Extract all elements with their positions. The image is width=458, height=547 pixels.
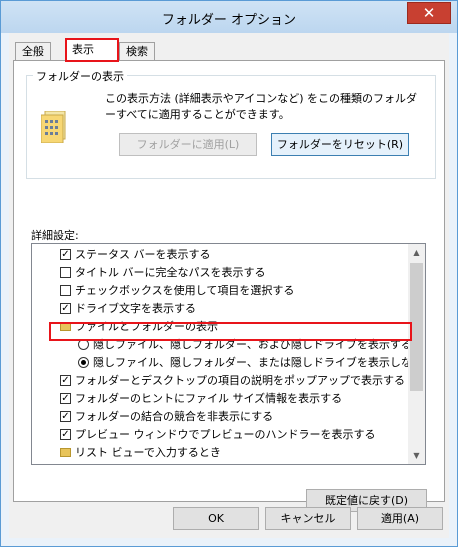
folder-view-group-title: フォルダーの表示 [33, 68, 127, 84]
apply-to-folders-button[interactable]: フォルダーに適用(L) [119, 133, 257, 156]
advanced-item-label: ステータス バーを表示する [75, 248, 211, 261]
advanced-item-label: フォルダーのヒントにファイル サイズ情報を表示する [75, 392, 343, 405]
folder-view-group: フォルダーの表示 この表示方法 (詳細表示やアイコンなど) をこの種類のフォルダ… [26, 68, 436, 179]
advanced-item-label: チェックボックスを使用して項目を選択する [75, 284, 295, 297]
advanced-settings-list[interactable]: ✓ ステータス バーを表示するタイトル バーに完全なパスを表示するチェックボックス… [31, 243, 426, 465]
ok-button[interactable]: OK [173, 507, 259, 530]
advanced-item: リスト ビューで入力するとき [60, 444, 221, 462]
checkbox-icon[interactable]: ✓ [60, 374, 71, 386]
advanced-item[interactable]: タイトル バーに完全なパスを表示する [60, 264, 266, 282]
checkbox-icon[interactable]: ✓ [60, 392, 71, 404]
folder-icon [60, 447, 71, 457]
advanced-item-label: フォルダーとデスクトップの項目の説明をポップアップで表示する [75, 374, 405, 387]
scroll-down-icon[interactable]: ▼ [408, 447, 425, 464]
dialog-client: 全般 表示 検索 フォルダーの表示 この表示方法 (詳細表示やアイコンなど) を… [9, 33, 449, 538]
advanced-item[interactable]: 隠しファイル、隠しフォルダー、または隠しドライブを表示しない [78, 354, 423, 372]
advanced-item-label: ドライブ文字を表示する [75, 302, 196, 315]
radio-icon[interactable] [78, 356, 89, 368]
checkbox-icon[interactable]: ✓ [60, 410, 71, 422]
advanced-item-label: リスト ビューで入力するとき [75, 446, 221, 459]
advanced-item[interactable]: チェックボックスを使用して項目を選択する [60, 282, 294, 300]
advanced-item[interactable]: ✓ フォルダーのヒントにファイル サイズ情報を表示する [60, 390, 342, 408]
view-tab-panel: フォルダーの表示 この表示方法 (詳細表示やアイコンなど) をこの種類のフォルダ… [13, 60, 445, 512]
apply-button[interactable]: 適用(A) [357, 507, 443, 530]
close-button[interactable]: ✕ [407, 2, 451, 24]
folder-view-description: この表示方法 (詳細表示やアイコンなど) をこの種類のフォルダーすべてに適用する… [105, 92, 418, 121]
tab-general[interactable]: 全般 [15, 42, 51, 60]
title-bar[interactable]: フォルダー オプション ✕ [1, 1, 457, 33]
advanced-item[interactable]: ✓ フォルダーとデスクトップの項目の説明をポップアップで表示する [60, 372, 405, 390]
advanced-list-scrollbar[interactable]: ▲ ▼ [408, 244, 425, 464]
advanced-settings-label: 詳細設定: [31, 229, 79, 242]
advanced-item-label: タイトル バーに完全なパスを表示する [75, 266, 266, 279]
checkbox-icon[interactable]: ✓ [60, 428, 71, 440]
folder-icon [60, 321, 71, 331]
advanced-item[interactable]: 隠しファイル、隠しフォルダー、および隠しドライブを表示する [78, 336, 412, 354]
advanced-item-label: 隠しファイル、隠しフォルダー、または隠しドライブを表示しない [93, 356, 423, 369]
scroll-thumb[interactable] [410, 263, 423, 391]
scroll-up-icon[interactable]: ▲ [408, 244, 425, 261]
cancel-button[interactable]: キャンセル [265, 507, 351, 530]
checkbox-icon[interactable] [60, 284, 71, 296]
advanced-item-label: 隠しファイル、隠しフォルダー、および隠しドライブを表示する [93, 338, 412, 351]
radio-icon[interactable] [78, 338, 89, 350]
advanced-item[interactable]: ✓ フォルダーの結合の競合を非表示にする [60, 408, 273, 426]
checkbox-icon[interactable] [60, 266, 71, 278]
advanced-item[interactable]: ✓ ステータス バーを表示する [60, 246, 211, 264]
folder-view-icon [41, 111, 66, 143]
advanced-item-label: フォルダーの結合の競合を非表示にする [75, 410, 274, 423]
advanced-item-label: プレビュー ウィンドウでプレビューのハンドラーを表示する [75, 428, 376, 441]
tab-view[interactable]: 表示 [65, 38, 119, 62]
folder-options-window: フォルダー オプション ✕ 全般 表示 検索 フォルダーの表示 この表示方法 (… [0, 0, 458, 547]
window-title: フォルダー オプション [161, 13, 297, 28]
reset-folders-button[interactable]: フォルダーをリセット(R) [271, 133, 409, 156]
checkbox-icon[interactable]: ✓ [60, 248, 71, 260]
advanced-item[interactable]: ✓ プレビュー ウィンドウでプレビューのハンドラーを表示する [60, 426, 376, 444]
tab-search[interactable]: 検索 [119, 42, 155, 60]
advanced-item-label: ファイルとフォルダーの表示 [75, 320, 218, 333]
checkbox-icon[interactable]: ✓ [60, 302, 71, 314]
advanced-item[interactable]: ✓ ドライブ文字を表示する [60, 300, 196, 318]
advanced-item: ファイルとフォルダーの表示 [60, 318, 218, 336]
